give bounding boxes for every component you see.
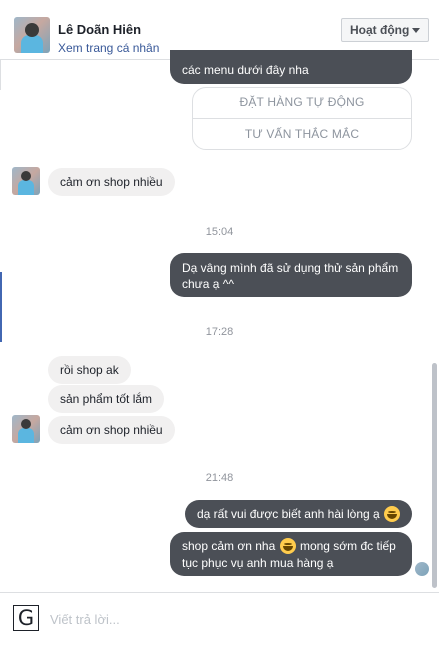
seen-avatar <box>415 562 429 576</box>
message-bubble-incoming: sản phẩm tốt lắm <box>48 385 165 413</box>
g-icon[interactable]: G <box>13 605 39 631</box>
reply-composer: G <box>0 592 439 645</box>
smile-emoji-icon <box>279 538 296 554</box>
message-bubble-incoming: rồi shop ak <box>48 356 131 384</box>
timestamp: 17:28 <box>205 326 234 338</box>
message-text: shop cảm ơn nha <box>182 539 276 553</box>
message-text: chưa ạ ^^ <box>182 277 234 291</box>
message-bubble-incoming: cảm ơn shop nhiều <box>48 416 175 444</box>
message-bubble-outgoing: Dạ vâng mình đã sử dụng thử sản phẩm chư… <box>170 253 412 297</box>
caret-down-icon <box>412 28 420 33</box>
timestamp: 21:48 <box>205 472 234 484</box>
quick-reply-order[interactable]: ĐẶT HÀNG TỰ ĐỘNG <box>193 95 411 109</box>
reply-input[interactable] <box>50 607 410 631</box>
smile-emoji-icon <box>384 506 401 522</box>
view-profile-link[interactable]: Xem trang cá nhân <box>58 41 159 55</box>
message-bubble-outgoing: các menu dưới đây nha <box>170 50 412 84</box>
quick-reply-box: ĐẶT HÀNG TỰ ĐỘNG TƯ VẤN THẮC MẮC <box>192 87 412 150</box>
message-text: các menu dưới đây nha <box>182 63 309 77</box>
message-text: tục phục vụ anh mua hàng ạ <box>182 556 334 570</box>
message-text: mong sớm đc tiếp <box>299 539 396 553</box>
left-edge-divider <box>0 60 1 90</box>
contact-avatar-small[interactable] <box>12 167 40 195</box>
divider <box>193 118 411 119</box>
message-bubble-incoming: cảm ơn shop nhiều <box>48 168 175 196</box>
contact-name[interactable]: Lê Doãn Hiên <box>58 22 141 37</box>
quick-reply-consult[interactable]: TƯ VẤN THẮC MẮC <box>193 127 411 141</box>
contact-avatar[interactable] <box>14 17 50 53</box>
message-bubble-outgoing: shop cảm ơn nha mong sớm đc tiếp tục phụ… <box>170 532 412 576</box>
message-text: Dạ vâng mình đã sử dụng thử sản phẩm <box>182 261 399 275</box>
timestamp: 15:04 <box>205 226 234 238</box>
status-dropdown-button[interactable]: Hoạt động <box>341 18 429 42</box>
message-text: dạ rất vui được biết anh hài lòng ạ <box>197 507 380 521</box>
status-label: Hoạt động <box>350 23 410 37</box>
message-bubble-outgoing: dạ rất vui được biết anh hài lòng ạ <box>185 500 412 528</box>
contact-avatar-small[interactable] <box>12 415 40 443</box>
